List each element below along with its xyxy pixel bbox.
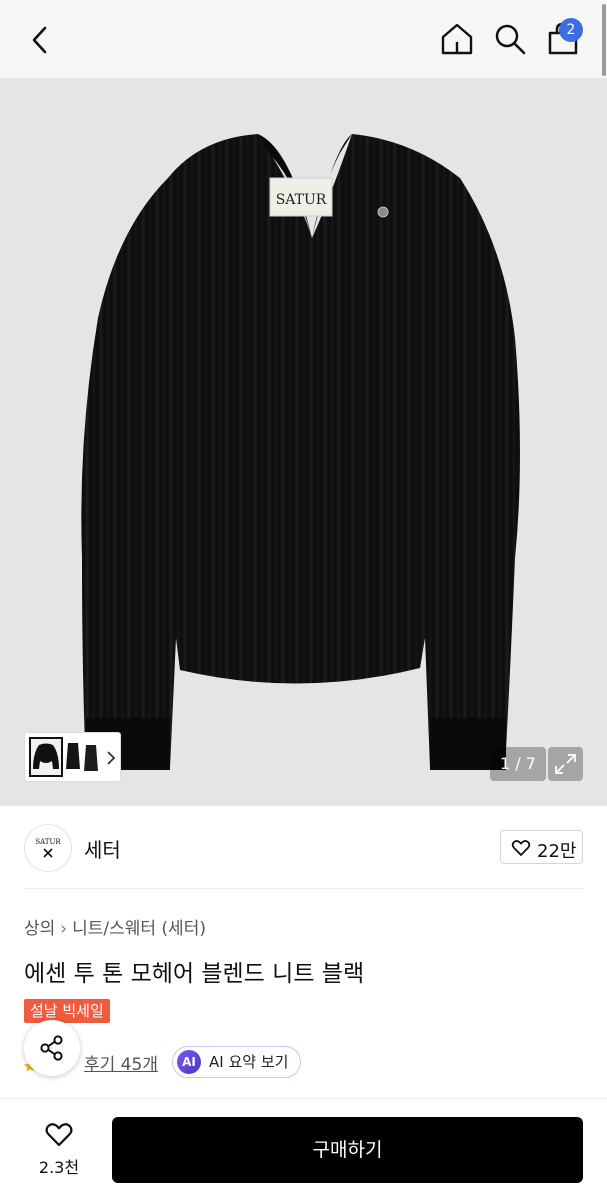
wishlist-count: 2.3천: [38, 1158, 80, 1177]
scrollbar[interactable]: [602, 4, 606, 76]
share-icon: [40, 1035, 63, 1061]
brand-like-count: 22만: [537, 841, 577, 862]
home-icon: [441, 23, 473, 55]
search-button[interactable]: [491, 20, 529, 58]
wishlist-button[interactable]: 2.3천: [24, 1116, 94, 1182]
brand-row: SATUR 세터 22만: [0, 806, 607, 890]
thumbnail-3[interactable]: [83, 739, 99, 775]
brand-name[interactable]: 세터: [84, 834, 121, 863]
expand-icon: [555, 754, 576, 774]
heart-icon: [45, 1123, 73, 1147]
brand-emblem-icon: [43, 848, 53, 858]
share-button[interactable]: [24, 1020, 80, 1076]
breadcrumb-item[interactable]: 상의: [24, 919, 55, 939]
sale-tag: 설날 빅세일: [24, 999, 110, 1023]
ai-summary-button[interactable]: AI AI 요약 보기: [172, 1046, 302, 1078]
chevron-left-icon: [32, 26, 47, 54]
ai-icon: AI: [177, 1050, 201, 1074]
reviews-link[interactable]: 후기 45개: [84, 1050, 158, 1075]
buy-button[interactable]: 구매하기: [112, 1117, 583, 1183]
product-image-gallery[interactable]: SATUR: [0, 78, 607, 806]
cart-count-badge: 2: [559, 18, 583, 42]
breadcrumb-item[interactable]: 니트/스웨터 (세터): [72, 919, 206, 939]
thumbnail-strip[interactable]: [24, 732, 121, 782]
image-counter: 1 / 7: [490, 747, 546, 781]
breadcrumb: 상의 › 니트/스웨터 (세터): [24, 914, 206, 939]
search-icon: [495, 24, 526, 55]
brand-like-button[interactable]: 22만: [500, 830, 583, 864]
thumbnail-next-button[interactable]: [105, 748, 117, 768]
svg-text:SATUR: SATUR: [276, 192, 327, 208]
thumbnail-image: [33, 743, 59, 769]
divider: [24, 888, 583, 889]
thumbnail-1[interactable]: [29, 737, 63, 777]
thumbnail-image: [66, 743, 80, 769]
ai-summary-label: AI 요약 보기: [209, 1053, 289, 1071]
divider: [0, 1098, 607, 1099]
home-button[interactable]: [438, 20, 476, 58]
chevron-right-icon: [107, 751, 116, 765]
thumbnail-2[interactable]: [65, 739, 81, 775]
product-image: SATUR: [81, 134, 520, 770]
heart-icon: [511, 840, 531, 856]
chevron-right-icon: ›: [60, 919, 68, 939]
expand-image-button[interactable]: [548, 747, 583, 781]
product-title: 에센 투 톤 모헤어 블렌드 니트 블랙: [24, 961, 365, 987]
top-navigation-bar: 2: [0, 0, 607, 78]
thumbnail-image: [84, 745, 98, 771]
brand-logo[interactable]: SATUR: [24, 824, 72, 872]
back-button[interactable]: [22, 22, 58, 58]
